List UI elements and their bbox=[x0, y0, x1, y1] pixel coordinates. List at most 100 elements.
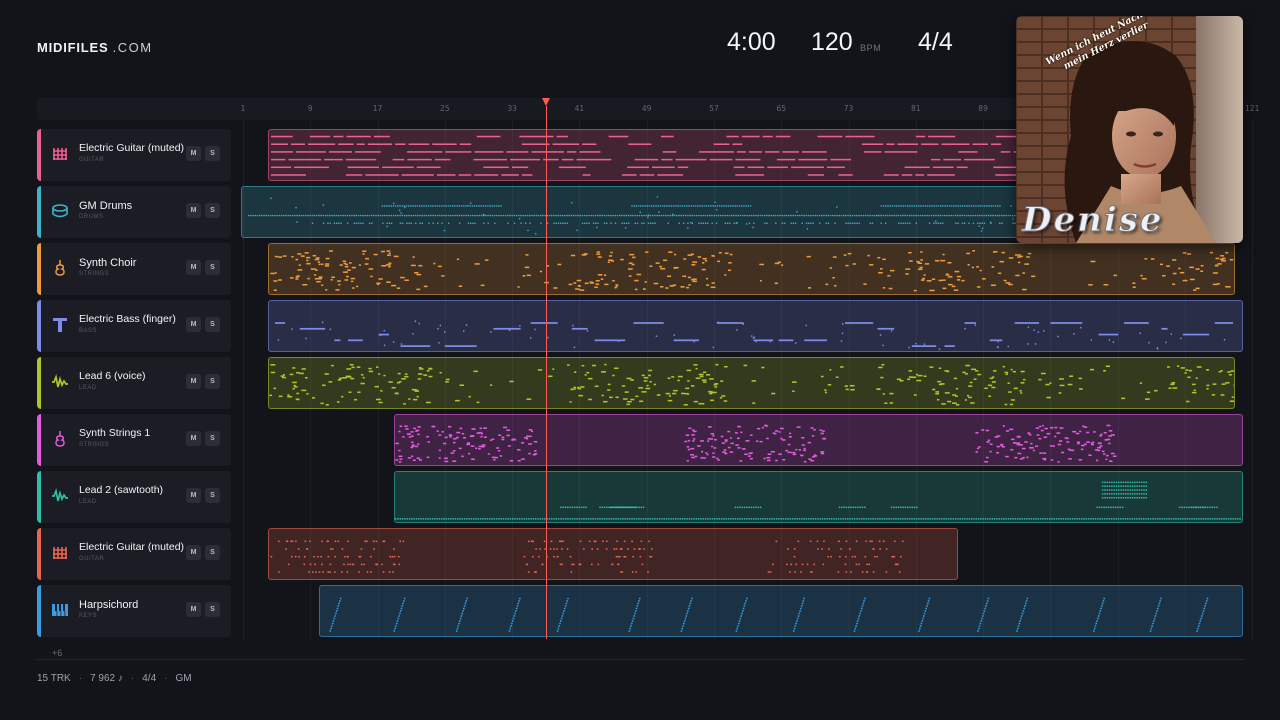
midi-clip[interactable] bbox=[394, 414, 1243, 466]
mute-button[interactable]: M bbox=[186, 146, 201, 161]
solo-button[interactable]: S bbox=[205, 545, 220, 560]
track-color-bar bbox=[37, 357, 41, 409]
track-color-bar bbox=[37, 300, 41, 352]
track-color-bar bbox=[37, 186, 41, 238]
solo-button[interactable]: S bbox=[205, 602, 220, 617]
solo-button[interactable]: S bbox=[205, 203, 220, 218]
midi-clip[interactable] bbox=[318, 585, 1243, 637]
mute-button[interactable]: M bbox=[186, 203, 201, 218]
track-color-bar bbox=[37, 414, 41, 466]
duration-display: 4:00 bbox=[727, 28, 776, 56]
midi-notes bbox=[395, 481, 1242, 520]
midi-notes bbox=[270, 540, 904, 573]
midi-clip[interactable] bbox=[268, 357, 1236, 409]
track-header[interactable]: Electric Guitar (muted) GUITAR M S bbox=[37, 528, 231, 580]
track-name: Synth Strings 1 bbox=[79, 427, 151, 439]
ruler-tick: 41 bbox=[574, 104, 585, 113]
track-category: GUITAR bbox=[79, 556, 105, 562]
footer-summary: 15 TRK · 7 962 ♪ · 4/4 · GM bbox=[37, 673, 192, 684]
midi-clip[interactable] bbox=[394, 471, 1243, 523]
midi-notes bbox=[269, 363, 1235, 406]
track-category: KEYS bbox=[79, 613, 98, 619]
solo-button[interactable]: S bbox=[205, 431, 220, 446]
ruler-tick: 121 bbox=[1245, 104, 1260, 113]
mute-button[interactable]: M bbox=[186, 488, 201, 503]
track-header[interactable]: GM Drums DRUMS M S bbox=[37, 186, 231, 238]
solo-button[interactable]: S bbox=[205, 374, 220, 389]
bass-icon bbox=[51, 316, 69, 334]
midi-viewer: MIDIFILES .COM 4:00 120 BPM 4/4 1 9 17 25 33… bbox=[0, 0, 1280, 720]
midi-notes bbox=[275, 320, 1234, 350]
track-name: Electric Bass (finger) bbox=[79, 313, 176, 325]
guitar-fretboard-icon bbox=[51, 145, 69, 163]
track-header[interactable]: Synth Strings 1 STRINGS M S bbox=[37, 414, 231, 466]
ruler-tick: 57 bbox=[709, 104, 719, 113]
track-color-bar bbox=[37, 528, 41, 580]
ruler-tick: 49 bbox=[641, 104, 652, 113]
track-name: Lead 2 (sawtooth) bbox=[79, 484, 164, 496]
track-color-bar bbox=[37, 585, 41, 637]
mute-button[interactable]: M bbox=[186, 374, 201, 389]
footer-time-signature: 4/4 bbox=[142, 673, 157, 684]
ruler-tick: 65 bbox=[776, 104, 787, 113]
track-color-bar bbox=[37, 129, 41, 181]
midi-clip[interactable] bbox=[268, 528, 958, 580]
track-name: Harpsichord bbox=[79, 599, 139, 611]
ruler-tick: 81 bbox=[911, 104, 921, 113]
midi-clip[interactable] bbox=[268, 243, 1236, 295]
drum-icon bbox=[51, 202, 69, 220]
track-header[interactable]: Electric Bass (finger) BASS M S bbox=[37, 300, 231, 352]
grid-line bbox=[1252, 120, 1254, 640]
tempo-display: 120 bbox=[811, 28, 853, 56]
time-signature-display: 4/4 bbox=[918, 28, 953, 56]
ruler-tick: 17 bbox=[372, 104, 383, 113]
track-category: LEAD bbox=[79, 385, 97, 391]
track-color-bar bbox=[37, 471, 41, 523]
mute-button[interactable]: M bbox=[186, 545, 201, 560]
track-header[interactable]: Lead 2 (sawtooth) LEAD M S bbox=[37, 471, 231, 523]
track-category: DRUMS bbox=[79, 214, 104, 220]
waveform-icon bbox=[51, 487, 69, 505]
ruler-tick: 9 bbox=[307, 104, 313, 113]
footer-note-count: 7 962 ♪ bbox=[90, 673, 123, 684]
mute-button[interactable]: M bbox=[186, 431, 201, 446]
mute-button[interactable]: M bbox=[186, 602, 201, 617]
track-category: STRINGS bbox=[79, 442, 110, 448]
mute-button[interactable]: M bbox=[186, 317, 201, 332]
track-category: LEAD bbox=[79, 499, 97, 505]
track-name: Electric Guitar (muted) bbox=[79, 142, 185, 154]
track-name: Electric Guitar (muted) bbox=[79, 541, 185, 553]
more-tracks-indicator[interactable]: +6 bbox=[52, 648, 62, 658]
solo-button[interactable]: S bbox=[205, 146, 220, 161]
midi-notes bbox=[329, 597, 1208, 632]
track-header[interactable]: Synth Choir STRINGS M S bbox=[37, 243, 231, 295]
ruler-tick: 33 bbox=[507, 104, 517, 113]
footer-track-count: 15 TRK bbox=[37, 673, 71, 684]
track-header[interactable]: Harpsichord KEYS M S bbox=[37, 585, 231, 637]
solo-button[interactable]: S bbox=[205, 488, 220, 503]
bpm-unit-label: BPM bbox=[860, 43, 882, 53]
footer-divider bbox=[37, 659, 1244, 660]
track-header[interactable]: Electric Guitar (muted) GUITAR M S bbox=[37, 129, 231, 181]
mute-button[interactable]: M bbox=[186, 260, 201, 275]
playhead-handle[interactable] bbox=[541, 98, 550, 106]
album-cover: Wenn ich heut Nacht mein Herz verlier Den… bbox=[1016, 16, 1243, 243]
midi-clip[interactable] bbox=[268, 300, 1243, 352]
ruler-tick: 73 bbox=[843, 104, 854, 113]
violin-icon bbox=[51, 259, 69, 277]
brand-logo[interactable]: MIDIFILES .COM bbox=[37, 40, 153, 55]
playhead[interactable] bbox=[545, 106, 547, 639]
track-category: GUITAR bbox=[79, 157, 105, 163]
waveform-icon bbox=[51, 373, 69, 391]
track-name: GM Drums bbox=[79, 200, 133, 212]
ruler-tick: 89 bbox=[978, 104, 988, 113]
solo-button[interactable]: S bbox=[205, 317, 220, 332]
track-category: STRINGS bbox=[79, 271, 110, 277]
album-artist: Denise bbox=[1022, 200, 1164, 241]
ruler-tick: 1 bbox=[240, 104, 246, 113]
ruler-tick: 25 bbox=[440, 104, 450, 113]
track-header[interactable]: Lead 6 (voice) LEAD M S bbox=[37, 357, 231, 409]
solo-button[interactable]: S bbox=[205, 260, 220, 275]
track-category: BASS bbox=[79, 328, 98, 334]
piano-keys-icon bbox=[51, 601, 69, 619]
